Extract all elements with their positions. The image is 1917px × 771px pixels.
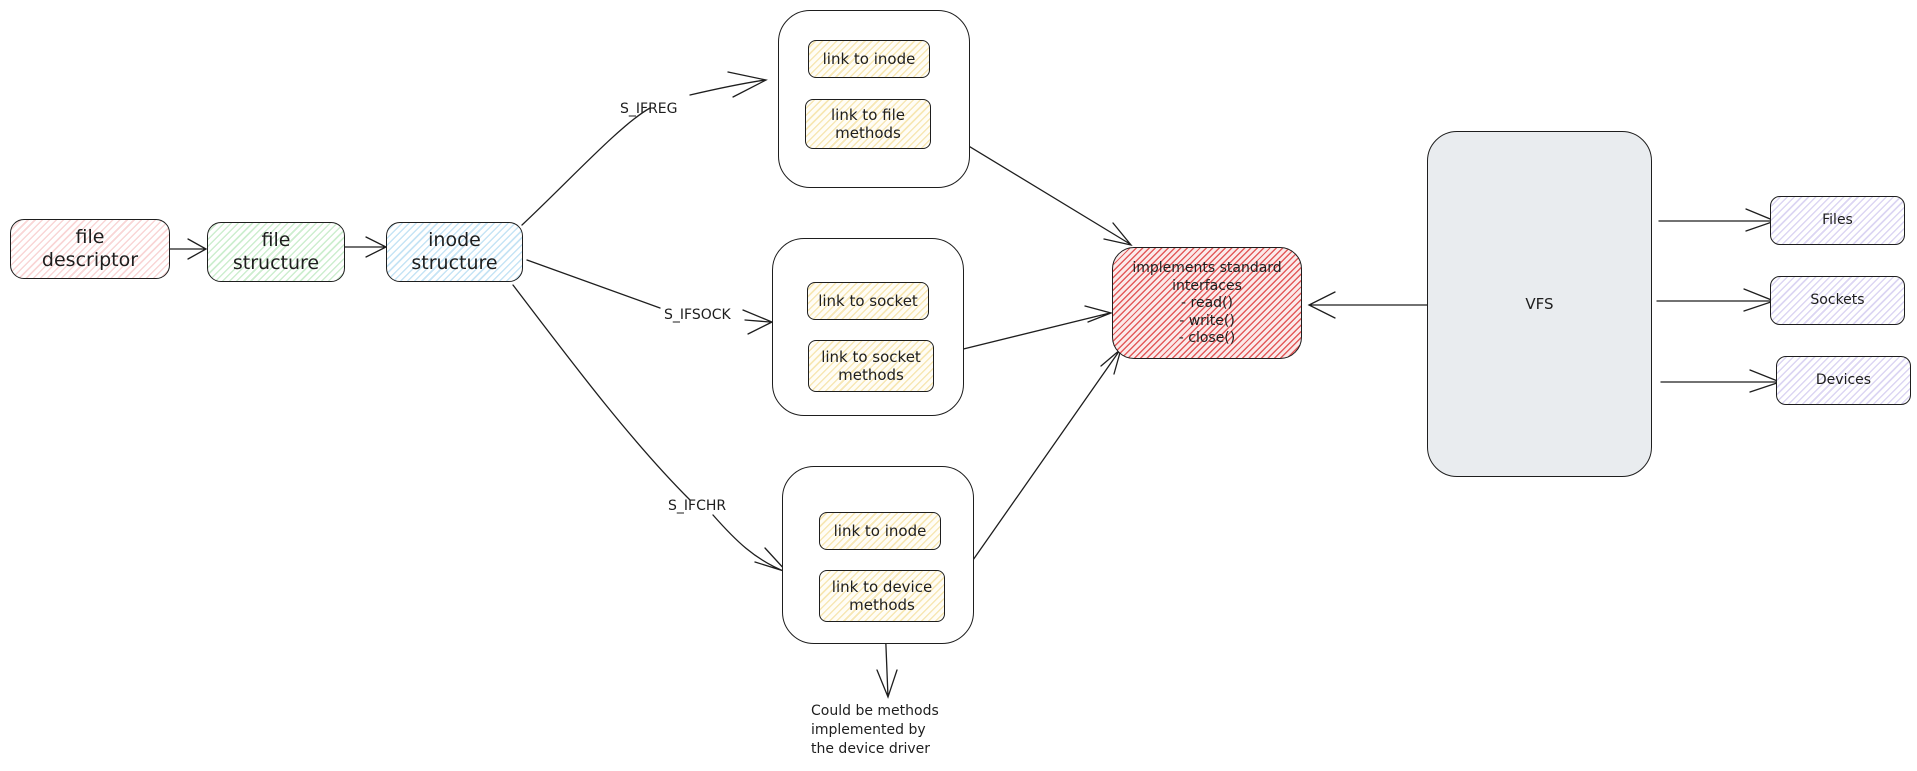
socket-link-to-socket-methods[interactable]: link to socket methods — [808, 340, 934, 392]
file-structure-node[interactable]: file structure — [207, 222, 345, 282]
arrow-device-methods-to-interfaces — [951, 347, 1123, 591]
arrow-inode-to-device-group — [512, 284, 790, 574]
file-descriptor-label: file descriptor — [41, 226, 139, 271]
diagram-canvas: file descriptor file structure inode str… — [0, 0, 1917, 771]
device-link-to-inode[interactable]: link to inode — [819, 512, 941, 550]
file-descriptor-node[interactable]: file descriptor — [10, 219, 170, 279]
arrow-socket-methods-to-interfaces — [938, 305, 1114, 356]
sockets-node[interactable]: Sockets — [1770, 276, 1905, 325]
socket-link-to-socket-methods-label: link to socket methods — [821, 348, 921, 384]
edge-label-s-ifsock: S_IFSOCK — [664, 307, 731, 323]
arrow-vfs-to-files — [1658, 208, 1777, 232]
arrow-inode-to-regular-group — [521, 71, 768, 226]
edge-label-s-ifreg: S_IFREG — [620, 101, 678, 117]
regular-link-to-inode-label: link to inode — [822, 50, 916, 68]
file-structure-label: file structure — [232, 229, 320, 274]
arrow-inode-to-socket-group — [526, 259, 774, 335]
files-label: Files — [1822, 212, 1853, 229]
devices-node[interactable]: Devices — [1776, 356, 1911, 405]
arrow-vfs-to-devices — [1660, 369, 1782, 393]
vfs-node[interactable]: VFS — [1427, 131, 1652, 477]
arrow-fd-to-file-structure — [167, 238, 208, 260]
inode-structure-label: inode structure — [411, 229, 498, 274]
socket-link-to-socket[interactable]: link to socket — [807, 282, 929, 320]
vfs-label: VFS — [1525, 295, 1554, 313]
standard-interfaces-label: implements standard interfaces - read() … — [1132, 260, 1282, 347]
edge-label-s-ifchr: S_IFCHR — [668, 498, 727, 514]
regular-link-to-inode[interactable]: link to inode — [808, 40, 930, 78]
socket-link-to-socket-label: link to socket — [818, 292, 918, 310]
arrow-vfs-to-sockets — [1656, 288, 1776, 312]
standard-interfaces-node[interactable]: implements standard interfaces - read() … — [1112, 247, 1302, 359]
sockets-label: Sockets — [1810, 292, 1865, 309]
regular-link-to-file-methods[interactable]: link to file methods — [805, 99, 931, 149]
inode-structure-node[interactable]: inode structure — [386, 222, 523, 282]
device-link-to-inode-label: link to inode — [833, 522, 927, 540]
arrow-vfs-to-interfaces — [1307, 291, 1433, 319]
device-link-to-device-methods[interactable]: link to device methods — [819, 570, 945, 622]
devices-label: Devices — [1815, 372, 1872, 389]
regular-link-to-file-methods-label: link to file methods — [831, 106, 905, 142]
arrow-file-structure-to-inode — [343, 236, 388, 258]
device-link-to-device-methods-label: link to device methods — [831, 578, 933, 614]
files-node[interactable]: Files — [1770, 196, 1905, 245]
device-driver-note: Could be methods implemented by the devi… — [811, 703, 939, 757]
